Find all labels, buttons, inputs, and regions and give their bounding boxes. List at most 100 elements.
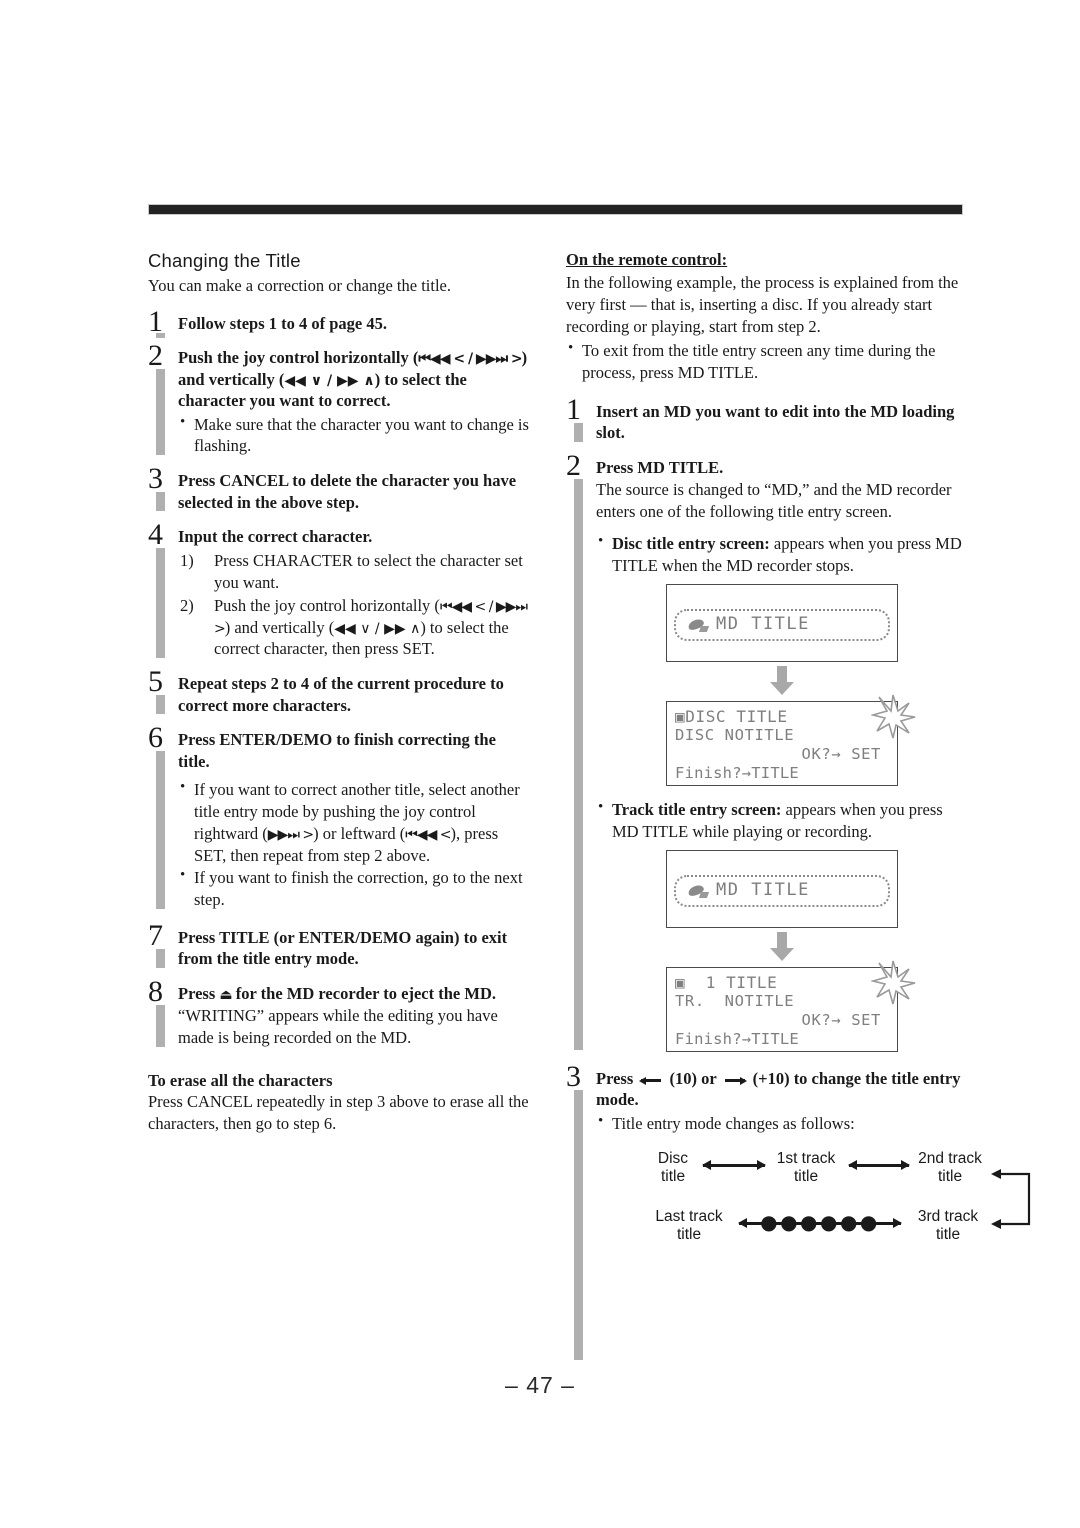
disc-arrow-icon: [688, 618, 710, 634]
flow-arrow-down-1: [666, 662, 898, 699]
step-3-bullets: Title entry mode changes as follows:: [596, 1112, 963, 1135]
step-title: Follow steps 1 to 4 of page 45.: [178, 313, 387, 333]
substep-item: 2) Push the joy control horizontally (⏮◀◀…: [178, 595, 530, 661]
joy-vertical-symbols: ◀◀ ∨ / ▶▶ ∧: [284, 372, 375, 389]
step-body: The source is changed to “MD,” and the M…: [596, 480, 952, 521]
step-5: 5 Repeat steps 2 to 4 of the current pro…: [148, 667, 530, 716]
flow-wrap-connector: [991, 1169, 1031, 1230]
disc-screen-bullet: Disc title entry screen: appears when yo…: [596, 532, 963, 577]
flashing-burst-icon: [871, 694, 916, 738]
flow-arrow-down-2: [666, 928, 898, 965]
step-number: 2: [148, 339, 163, 373]
step-number: 3: [148, 462, 163, 496]
manual-page: Changing the Title You can make a correc…: [0, 0, 1080, 1528]
lcd-row-1: ▣DISC TITLE: [675, 706, 788, 726]
step-number: 3: [566, 1059, 581, 1093]
remote-intro-bullets: To exit from the title entry screen any …: [566, 339, 963, 384]
track-lcd-panel-2: ▣ 1 TITLE TR. NOTITLE OK?→ SET Finish?→T…: [666, 960, 963, 1052]
step-number: 5: [148, 665, 163, 699]
remote-intro: In the following example, the process is…: [566, 273, 959, 336]
step-title-mid1: (10) or: [665, 1068, 721, 1088]
step-title: Press TITLE (or ENTER/DEMO again) to exi…: [178, 927, 508, 969]
eject-icon: ⏏: [219, 986, 232, 1003]
flow-node-line1: Last track: [655, 1208, 723, 1226]
step-title: Press (10) or (+10) to change the title …: [596, 1068, 963, 1111]
step-title-pre: Press: [178, 983, 220, 1003]
step-number: 8: [148, 974, 163, 1008]
flow-node-last-track-title: Last track title: [641, 1208, 737, 1243]
step-number: 4: [148, 518, 163, 552]
step-6-bullets: If you want to correct another title, se…: [178, 778, 530, 911]
arrow-down-icon: [770, 931, 794, 961]
step-bar: [156, 948, 165, 968]
bullet-item: If you want to finish the correction, go…: [178, 866, 530, 911]
step-bar: [574, 478, 583, 1050]
bullet-item: Make sure that the character you want to…: [178, 413, 530, 458]
lcd-screen: ▣ 1 TITLE TR. NOTITLE OK?→ SET Finish?→T…: [666, 960, 916, 1052]
flow-node-line2: title: [937, 1167, 963, 1185]
substep-pre: Push the joy control horizontally (: [214, 595, 440, 615]
lcd-row-3: OK?→ SET: [801, 1010, 881, 1029]
step-bar: [156, 332, 165, 339]
lcd-row-2: TR. NOTITLE: [675, 991, 795, 1010]
lcd-row-2: DISC NOTITLE: [675, 725, 795, 744]
step-title-pre: Press: [596, 1068, 638, 1088]
step-7: 7 Press TITLE (or ENTER/DEMO again) to e…: [148, 920, 530, 970]
step-bar: [156, 751, 165, 909]
flow-node-line1: 3rd track: [917, 1208, 979, 1226]
remote-step-1: 1 Insert an MD you want to edit into the…: [566, 394, 963, 444]
step-3: 3 Press CANCEL to delete the character y…: [148, 464, 530, 513]
step-bar: [156, 548, 165, 659]
bullet-bold-lead: Disc title entry screen:: [612, 533, 770, 553]
substep-mid: ) and vertically (: [224, 617, 335, 637]
flow-node-line1: 2nd track: [918, 1150, 982, 1168]
substep-item: 1) Press CHARACTER to select the characte…: [178, 550, 530, 594]
lcd-rounded-frame: MD TITLE: [674, 608, 890, 641]
disc-arrow-icon: [688, 884, 710, 900]
step-title: Push the joy control horizontally (⏮◀◀ <…: [178, 347, 530, 411]
track-lcd-panel-1: MD TITLE: [666, 849, 963, 928]
step-bar: [574, 1089, 583, 1361]
step-body: “WRITING” appears while the editing you …: [178, 1006, 498, 1048]
lcd-text-rows: ▣ 1 TITLE TR. NOTITLE OK?→ SET Finish?→T…: [667, 973, 897, 1049]
flashing-burst-icon: [871, 960, 916, 1004]
flow-node-line2: title: [793, 1167, 819, 1185]
lcd-screen: MD TITLE: [666, 849, 898, 928]
left-column: Changing the Title You can make a correc…: [148, 250, 548, 1256]
disc-lcd-panel-2: ▣DISC TITLE DISC NOTITLE OK?→ SET Finish…: [666, 694, 963, 786]
lcd-row-3: OK?→ SET: [801, 744, 881, 763]
step-title: Insert an MD you want to edit into the M…: [596, 401, 955, 443]
step-number: 2: [566, 448, 581, 482]
step-6: 6 Press ENTER/DEMO to finish correcting …: [148, 723, 530, 911]
lcd-title-text: MD TITLE: [716, 880, 810, 901]
arrow-head-right: [893, 1218, 902, 1229]
flow-node-2nd-track-title: 2nd track title: [907, 1150, 993, 1185]
erase-body: Press CANCEL repeatedly in step 3 above …: [148, 1091, 529, 1133]
flow-node-disc-title: Disc title: [641, 1150, 705, 1185]
arrow-right-icon: [723, 1075, 747, 1085]
flow-arrow-disc-to-1st: [702, 1160, 766, 1171]
arrow-line: [849, 1164, 909, 1167]
joy-horizontal-symbols: ⏮◀◀ < / ▶▶⏭ >: [418, 351, 522, 368]
two-column-body: Changing the Title You can make a correc…: [148, 250, 1031, 1361]
flow-arrow-3rd-to-last: ●●●●●●: [738, 1212, 902, 1232]
step-8: 8 Press ⏏ for the MD recorder to eject t…: [148, 976, 530, 1049]
step-bar: [156, 369, 165, 456]
bullet-item: To exit from the title entry screen any …: [566, 339, 963, 384]
lcd-text-rows: ▣DISC TITLE DISC NOTITLE OK?→ SET Finish…: [667, 707, 897, 783]
step-number: 7: [148, 918, 163, 952]
flow-node-line2: title: [676, 1225, 702, 1243]
section-lead: You can make a correction or change the …: [148, 276, 452, 295]
arrow-line: [703, 1164, 765, 1167]
step-bar: [156, 492, 165, 512]
lcd-row-4: Finish?→TITLE: [675, 1029, 799, 1048]
bullet-item: Disc title entry screen: appears when yo…: [596, 532, 963, 577]
bullet-bold-lead: Track title entry screen:: [612, 799, 782, 819]
erase-heading: To erase all the characters: [148, 1070, 333, 1090]
step-4-substeps: 1) Press CHARACTER to select the characte…: [178, 550, 530, 661]
step-title-pre: Push the joy control horizontally (: [178, 348, 419, 368]
substep-label: 1): [180, 550, 194, 570]
step-title: Press ⏏ for the MD recorder to eject the…: [178, 983, 530, 1004]
arrow-down-icon: [770, 665, 794, 695]
section-heading: Changing the Title: [148, 250, 301, 271]
